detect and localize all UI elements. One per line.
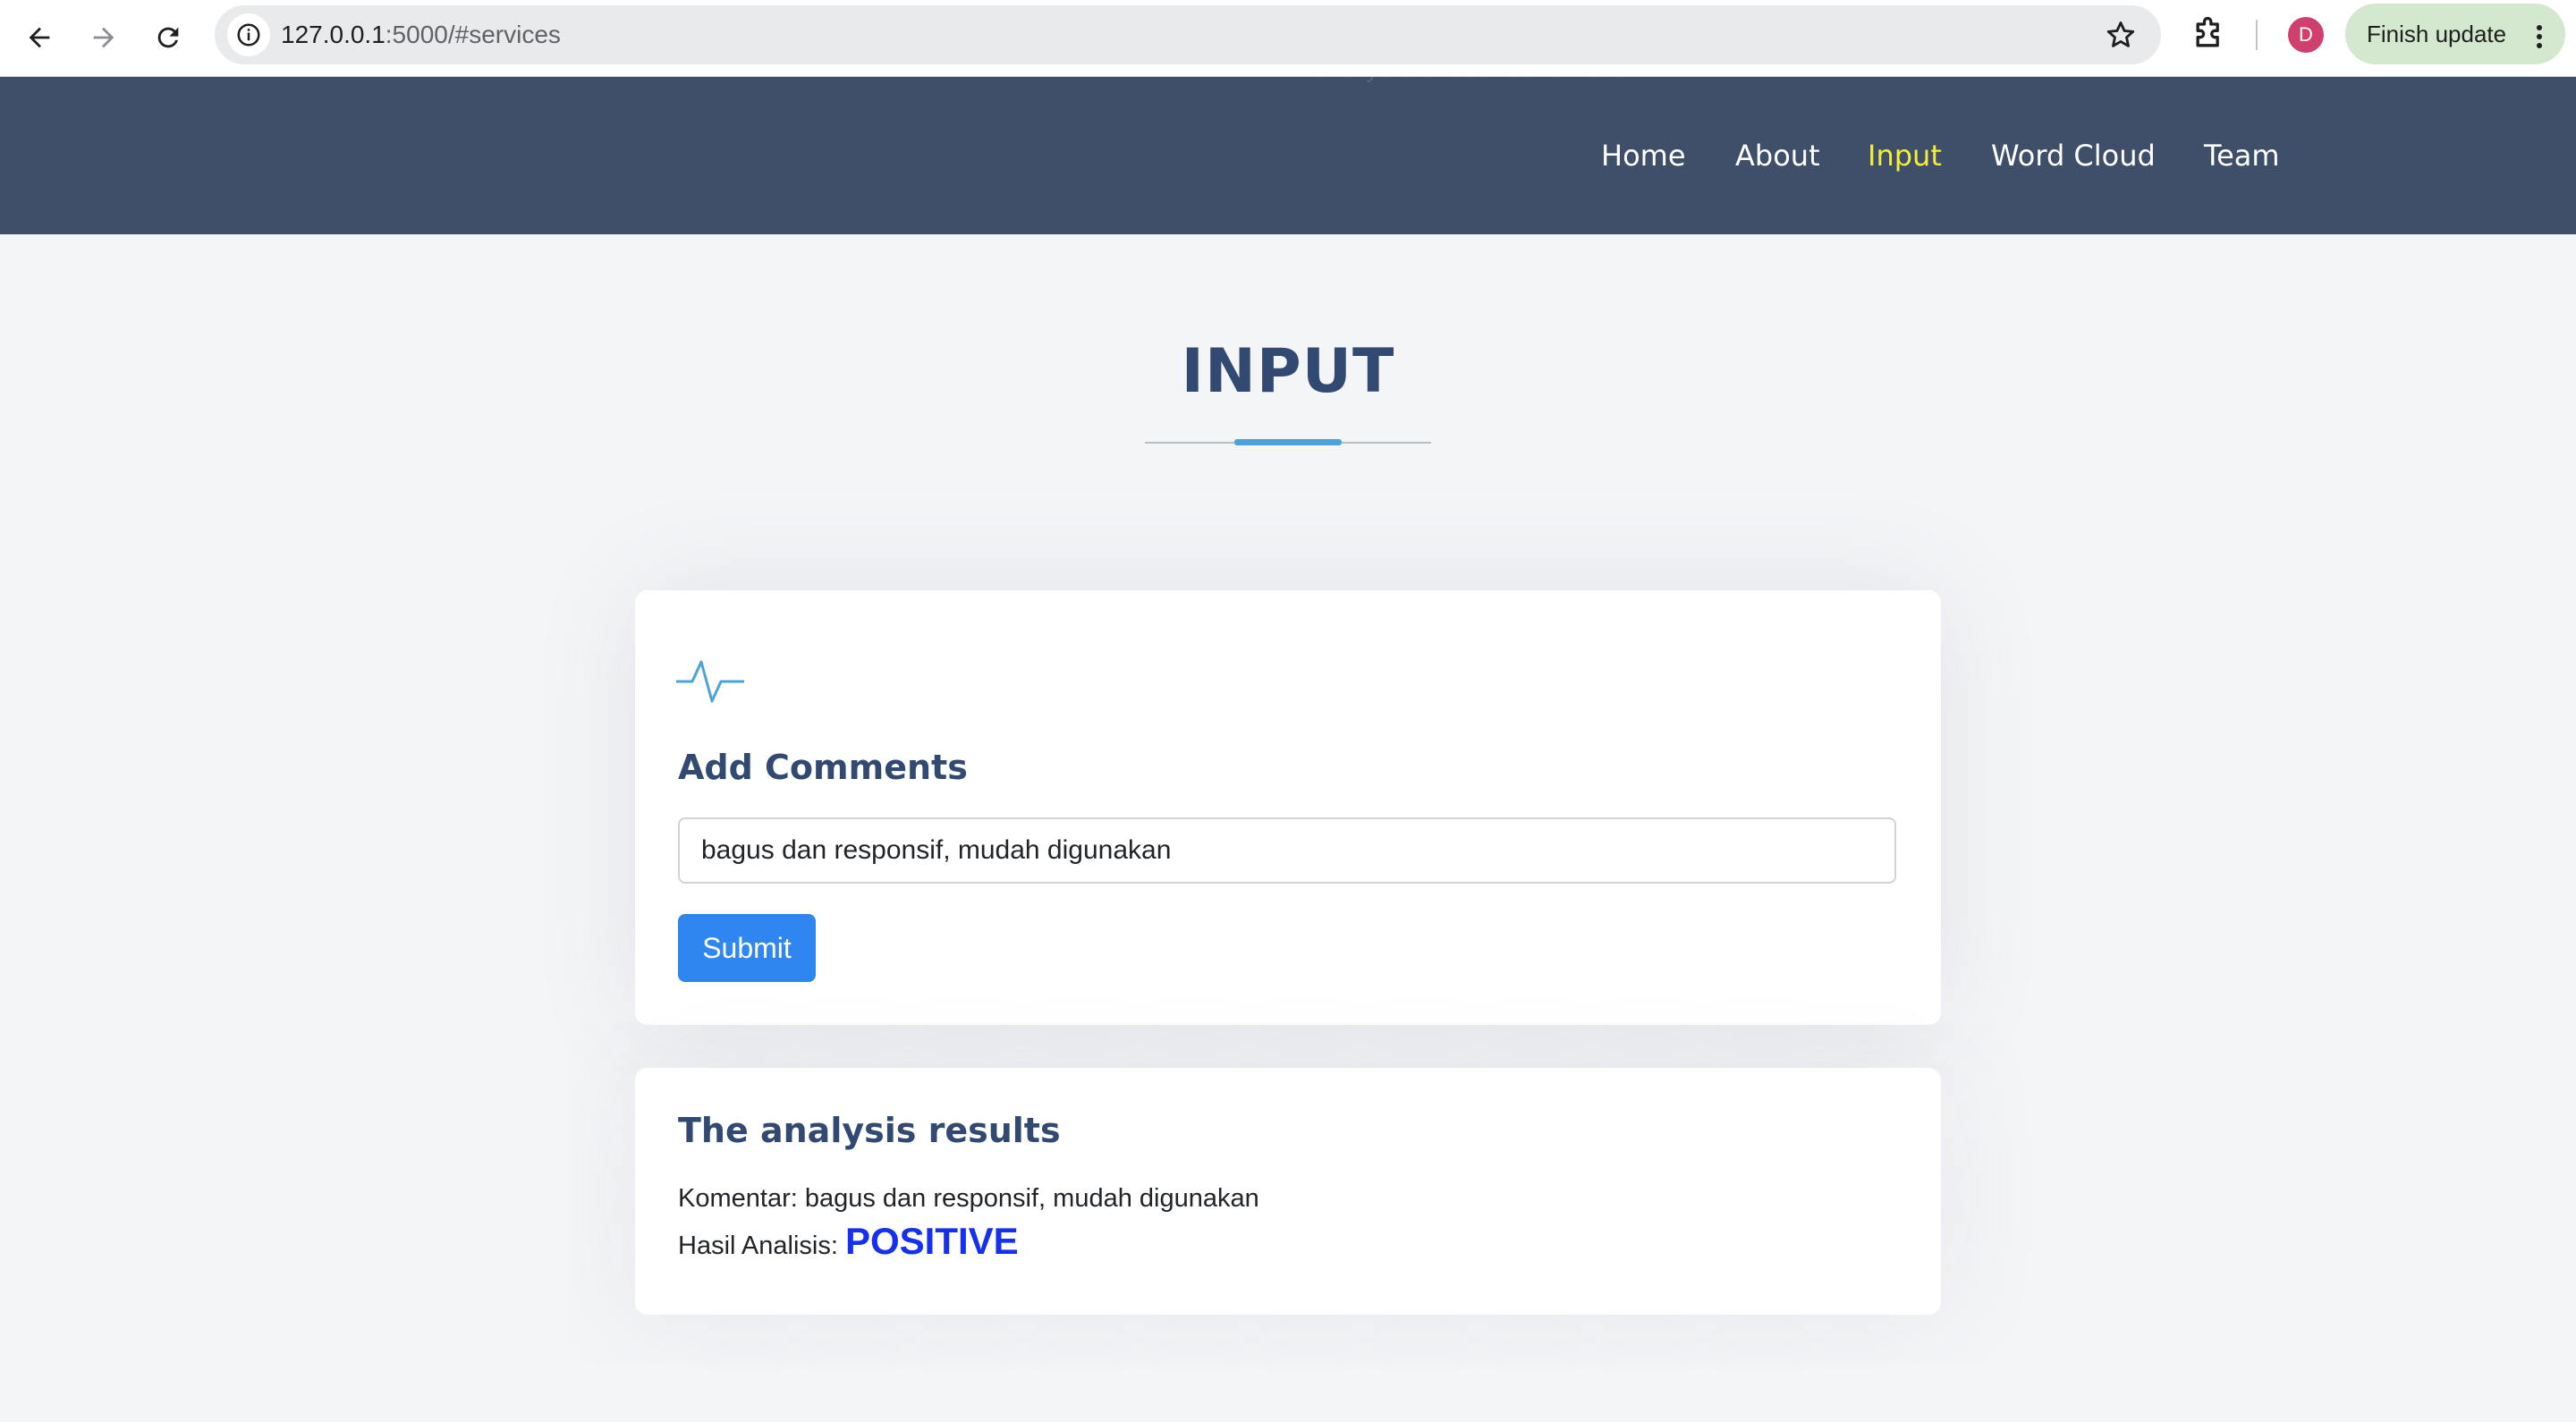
arrow-right-icon	[93, 27, 114, 48]
reload-button[interactable]	[143, 13, 193, 63]
browser-toolbar: 127.0.0.1:5000/#services D Finish update	[0, 0, 2576, 77]
comment-input[interactable]	[678, 817, 1896, 884]
results-heading: The analysis results	[678, 1111, 1061, 1150]
main-nav: Home About Input Word Cloud Team	[0, 77, 2576, 234]
result-card: The analysis results Komentar: bagus dan…	[635, 1068, 1941, 1315]
info-icon	[237, 23, 260, 47]
input-card: Add Comments Submit	[635, 590, 1941, 1025]
url-text[interactable]: 127.0.0.1:5000/#services	[281, 5, 561, 64]
result-analysis-line: Hasil Analisis: POSITIVE	[678, 1220, 1019, 1263]
more-menu-icon[interactable]	[2537, 25, 2542, 52]
bookmark-star-icon[interactable]	[2104, 18, 2138, 52]
submit-button[interactable]: Submit	[678, 914, 816, 982]
result-comment-line: Komentar: bagus dan responsif, mudah dig…	[678, 1184, 1259, 1214]
nav-about[interactable]: About	[1735, 77, 1820, 234]
add-comments-heading: Add Comments	[678, 748, 968, 787]
url-path: :5000/#services	[385, 21, 561, 48]
url-host: 127.0.0.1	[281, 21, 386, 48]
analysis-value: POSITIVE	[844, 1220, 1019, 1262]
nav-team[interactable]: Team	[2204, 77, 2280, 234]
toolbar-divider	[2256, 20, 2258, 50]
site-header: analysis of user sentiment. Home About I…	[0, 77, 2576, 234]
address-bar[interactable]: 127.0.0.1:5000/#services	[215, 5, 2161, 64]
site-info-button[interactable]	[227, 13, 270, 56]
title-divider-accent	[1234, 439, 1342, 445]
reload-icon	[157, 27, 179, 48]
nav-home[interactable]: Home	[1601, 77, 1686, 234]
nav-input[interactable]: Input	[1868, 77, 1942, 234]
page-title: INPUT	[1181, 336, 1395, 407]
finish-update-label: Finish update	[2367, 21, 2507, 47]
nav-word-cloud[interactable]: Word Cloud	[1991, 77, 2156, 234]
forward-button[interactable]	[79, 13, 129, 63]
finish-update-button[interactable]: Finish update	[2345, 4, 2565, 64]
extensions-puzzle-icon[interactable]	[2190, 14, 2229, 54]
analysis-label: Hasil Analisis:	[678, 1232, 838, 1260]
comment-label: Komentar:	[678, 1184, 798, 1213]
profile-avatar[interactable]: D	[2288, 17, 2324, 53]
comment-value: bagus dan responsif, mudah digunakan	[804, 1184, 1259, 1213]
pulse-icon	[676, 660, 744, 703]
back-button[interactable]	[14, 13, 64, 63]
arrow-left-icon	[29, 27, 50, 48]
